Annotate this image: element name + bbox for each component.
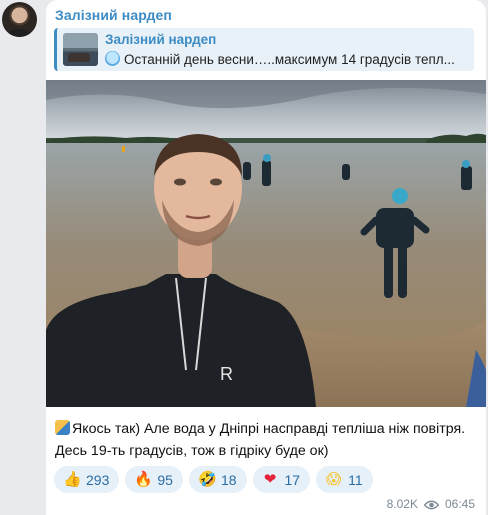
reaction-scream[interactable]: 😱 11 (316, 466, 373, 493)
reaction-count: 11 (348, 471, 363, 488)
photo-illustration: R (46, 80, 486, 407)
caption-line-1: Якось так) Але вода у Дніпрі насправді т… (55, 418, 480, 440)
reaction-laughing[interactable]: 🤣 18 (188, 466, 247, 493)
avatar-shirt (7, 29, 32, 37)
sender-name[interactable]: Залізний нардеп (55, 7, 172, 23)
reply-text-line: Останній день весни…..максимум 14 градус… (105, 51, 471, 67)
reactions-bar: 👍 293 🔥 95 🤣 18 ❤ 17 😱 11 (54, 466, 373, 493)
thumbs-up-icon: 👍 (63, 471, 82, 488)
message-photo[interactable]: R (46, 80, 486, 407)
message-caption: Якось так) Але вода у Дніпрі насправді т… (55, 418, 480, 462)
grinning-face-icon: 🤣 (197, 471, 217, 488)
swimmer-icon (55, 420, 70, 435)
caption-text-1: Якось так) Але вода у Дніпрі насправді т… (72, 421, 466, 437)
reaction-count: 17 (284, 471, 301, 488)
reaction-count: 18 (220, 471, 237, 488)
channel-avatar[interactable] (2, 2, 37, 37)
reaction-heart[interactable]: ❤ 17 (252, 466, 311, 493)
svg-text:R: R (220, 364, 233, 384)
reply-thumbnail (63, 33, 98, 66)
fire-icon: 🔥 (134, 471, 154, 488)
caption-line-2: Десь 19-ть градусів, тож в гідріку буде … (55, 443, 329, 459)
reply-text: Останній день весни…..максимум 14 градус… (124, 52, 455, 67)
message-meta: 8.02K 06:45 (387, 497, 475, 511)
message-time: 06:45 (444, 497, 475, 511)
view-count: 8.02K (386, 497, 418, 511)
reaction-count: 95 (157, 471, 173, 488)
screaming-face-icon: 😱 (325, 471, 342, 488)
reply-preview[interactable]: Залізний нардеп Останній день весни…..ма… (54, 28, 474, 71)
message-bubble: Залізний нардеп Залізний нардеп Останній… (46, 0, 486, 515)
reaction-thumbs-up[interactable]: 👍 293 (54, 466, 120, 493)
reaction-count: 293 (86, 471, 110, 488)
reply-sender-name: Залізний нардеп (105, 32, 217, 47)
reaction-fire[interactable]: 🔥 95 (125, 466, 183, 493)
cold-face-icon (105, 51, 120, 66)
heart-icon: ❤ (263, 471, 277, 488)
eye-icon (423, 499, 440, 510)
